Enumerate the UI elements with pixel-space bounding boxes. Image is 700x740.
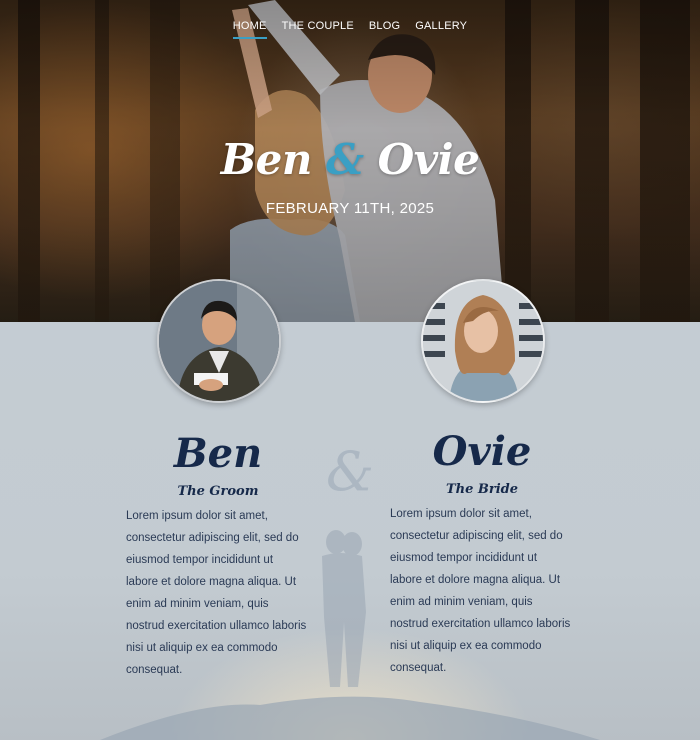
hero-banner: HOME THE COUPLE BLOG GALLERY Ben & Ovie …: [0, 0, 700, 322]
nav-blog[interactable]: BLOG: [369, 20, 400, 39]
hero-ampersand: &: [326, 135, 364, 184]
bride-role: The Bride: [445, 482, 519, 497]
groom-role: The Groom: [177, 484, 259, 499]
ampersand-divider: &: [326, 440, 375, 503]
bride-name: Ovie: [432, 428, 532, 475]
groom-photo: [159, 281, 279, 401]
bride-bio: Lorem ipsum dolor sit amet, consectetur …: [390, 508, 571, 674]
hero-name-right: Ovie: [377, 135, 480, 184]
hero-title: Ben & Ovie: [0, 135, 700, 184]
main-nav: HOME THE COUPLE BLOG GALLERY: [0, 20, 700, 39]
wedding-date: FEBRUARY 11TH, 2025: [265, 200, 435, 217]
nav-home[interactable]: HOME: [232, 20, 267, 39]
groom-portrait: [157, 279, 281, 403]
hero-name-left: Ben: [220, 135, 313, 184]
bride-portrait: [421, 279, 545, 403]
groom-name: Ben: [173, 430, 263, 477]
page: HOME THE COUPLE BLOG GALLERY Ben & Ovie …: [0, 0, 700, 740]
couple-section: [0, 322, 700, 740]
groom-bio: Lorem ipsum dolor sit amet, consectetur …: [126, 510, 307, 676]
nav-the-couple[interactable]: THE COUPLE: [282, 20, 354, 39]
bride-photo: [423, 281, 543, 401]
hill-silhouette: [100, 696, 600, 740]
nav-gallery[interactable]: GALLERY: [415, 20, 467, 39]
